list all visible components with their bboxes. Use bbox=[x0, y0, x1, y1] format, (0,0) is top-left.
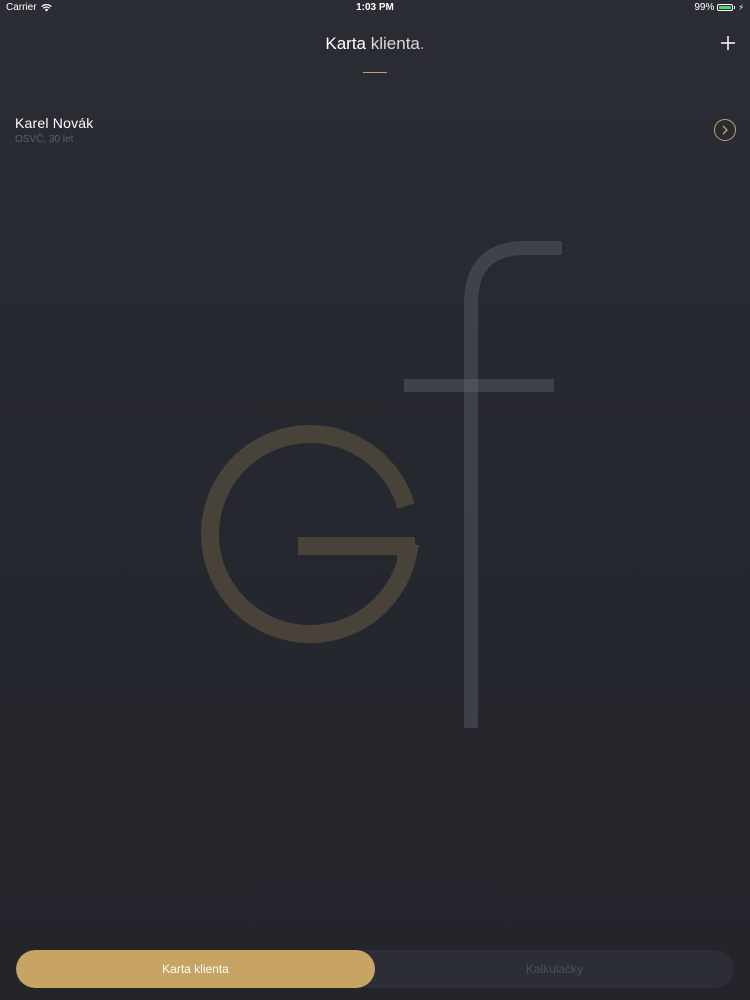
status-right: 99% ⚡ bbox=[694, 2, 744, 13]
battery-percent: 99% bbox=[694, 2, 715, 13]
chevron-right-circle-icon[interactable] bbox=[714, 119, 736, 141]
status-time: 1:03 PM bbox=[356, 2, 394, 13]
gf-logo-watermark bbox=[201, 241, 562, 728]
page-title: Karta klienta. bbox=[0, 34, 750, 54]
app-screen: Carrier 1:03 PM 99% ⚡ Karta klienta. Kar… bbox=[0, 0, 750, 1000]
battery-icon bbox=[717, 4, 734, 11]
charging-bolt-icon: ⚡ bbox=[738, 3, 744, 12]
client-subtitle: OSVČ, 30 let bbox=[15, 134, 74, 145]
battery-fill bbox=[719, 6, 732, 9]
page-title-strong: Karta bbox=[325, 34, 367, 53]
chevron-right-icon bbox=[722, 125, 728, 135]
page-title-dot: . bbox=[419, 34, 425, 53]
bottom-tab-bar: Karta klienta Kalkulačky bbox=[16, 950, 734, 988]
tab-kalkulacky[interactable]: Kalkulačky bbox=[375, 950, 734, 988]
tab-karta-klienta[interactable]: Karta klienta bbox=[16, 950, 375, 988]
status-bar: Carrier 1:03 PM 99% ⚡ bbox=[0, 0, 750, 16]
battery-tip bbox=[734, 6, 736, 9]
page-title-light: klienta bbox=[370, 34, 420, 53]
add-client-button[interactable] bbox=[716, 31, 740, 55]
title-underline bbox=[363, 72, 387, 73]
client-name: Karel Novák bbox=[15, 115, 94, 131]
plus-icon bbox=[721, 36, 735, 50]
client-list-item[interactable]: Karel Novák OSVČ, 30 let bbox=[0, 110, 750, 154]
